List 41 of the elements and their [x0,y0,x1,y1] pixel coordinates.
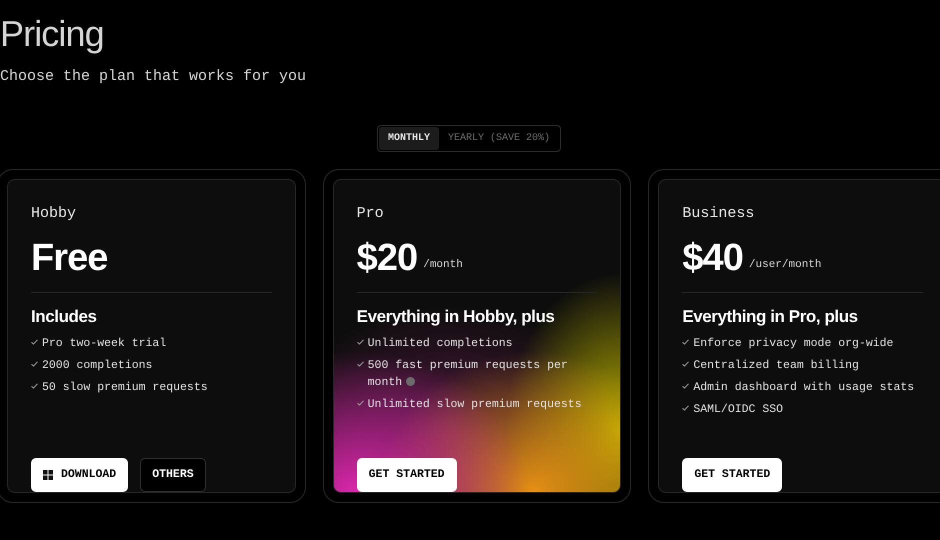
plan-name: Pro [356,204,384,224]
check-icon [356,400,364,406]
plan-button[interactable]: OTHERS [140,458,206,492]
feature-text: 500 fast premium requests per month [368,358,569,390]
feature-heading: Everything in Hobby, plus [356,306,554,328]
feature-text: Unlimited slow premium requests [368,396,582,412]
feature-text: Centralized team billing [693,358,859,374]
check-icon [682,404,690,410]
feature-text: 2000 completions [42,358,152,374]
feature-text: Unlimited completions [368,336,513,352]
feature-text: Admin dashboard with usage stats [693,380,914,396]
feature-text: Pro two-week trial [42,336,166,352]
plan-name: Business [682,204,754,224]
windows-icon [43,470,53,480]
page-title: Pricing [0,14,104,54]
check-icon [31,360,38,366]
plan-button[interactable]: GET STARTED [682,458,782,492]
plan-price: $20 [356,238,418,278]
billing-tab[interactable]: MONTHLY [378,126,439,150]
page-subtitle: Choose the plan that works for you [0,67,306,87]
check-icon [356,338,364,344]
feature-heading: Includes [31,306,97,328]
check-icon [31,382,38,388]
check-icon [682,338,690,344]
check-icon [682,360,690,366]
plan-button[interactable]: GET STARTED [356,458,457,492]
feature-text: Enforce privacy mode org-wide [693,336,894,352]
check-icon [31,338,38,344]
plan-button[interactable]: DOWNLOAD [31,458,128,492]
feature-heading: Everything in Pro, plus [682,306,858,328]
feature-text: SAML/OIDC SSO [693,402,784,418]
price-unit: /month [423,258,463,273]
price-unit: /user/month [748,258,822,273]
info-icon[interactable] [406,376,416,386]
check-icon [682,382,690,388]
billing-tab[interactable]: YEARLY (SAVE 20%) [438,126,560,150]
plan-name: Hobby [31,204,76,224]
check-icon [356,360,364,366]
plan-price: Free [31,238,108,278]
plan-price: $40 [682,238,743,278]
feature-text: 50 slow premium requests [42,380,208,396]
